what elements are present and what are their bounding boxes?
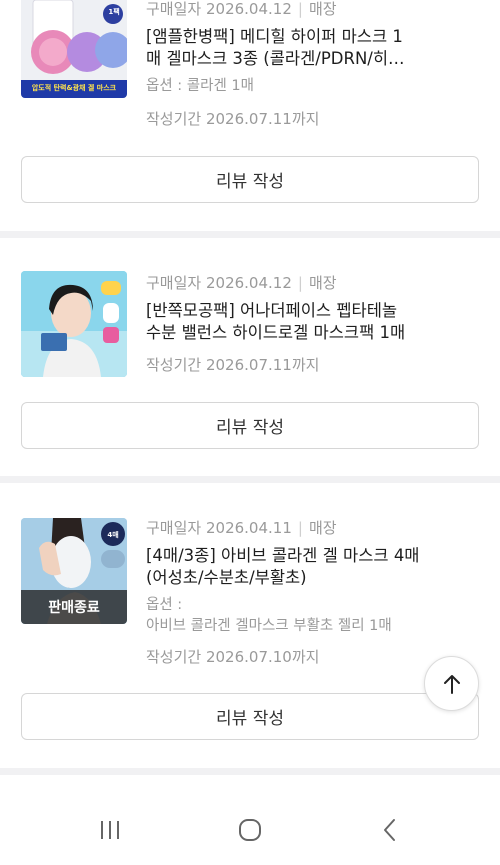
product-option-value: 아비브 콜라겐 겔마스크 부활초 젤리 1매 (146, 618, 392, 634)
review-deadline: 작성기간 2026.07.10까지 (146, 648, 320, 666)
recent-apps-button[interactable] (90, 815, 130, 845)
write-review-button[interactable]: 리뷰 작성 (21, 156, 479, 203)
back-icon (384, 819, 395, 841)
product-title[interactable]: [4매/3종] 아비브 콜라겐 겔 마스크 4매 (어성초/수분초/부활초) (146, 545, 476, 589)
system-navigation-bar (0, 795, 500, 865)
purchase-date: 2026.04.12 (205, 0, 292, 18)
write-review-button[interactable]: 리뷰 작성 (21, 402, 479, 449)
purchase-channel: 매장 (308, 519, 337, 537)
purchase-date: 2026.04.12 (205, 274, 292, 292)
scroll-to-top-button[interactable] (424, 656, 479, 711)
home-button[interactable] (230, 815, 270, 845)
product-title-line: 수분 밸런스 하이드로겔 마스크팩 1매 (146, 323, 406, 342)
product-option: 옵션 : 아비브 콜라겐 겔마스크 부활초 젤리 1매 (146, 595, 392, 637)
order-card: 4매 판매종료 구매일자 2026.04.11 | 매장 [4매/3종] 아비브 콜… (0, 483, 500, 775)
product-option: 옵션 : 콜라겐 1매 (146, 78, 254, 94)
review-deadline: 작성기간 2026.07.11까지 (146, 110, 320, 128)
order-card: 구매일자 2026.04.12 | 매장 [반쪽모공팩] 어나더페이스 펩타테놀 수… (0, 238, 500, 483)
purchase-label: 구매일자 (146, 519, 202, 537)
order-card: 1팩 압도적 탄력&광채 겔 마스크 구매일자 2026.04.12 | 매장 [앰… (0, 0, 500, 238)
purchase-meta: 구매일자 2026.04.12 | 매장 (146, 0, 337, 19)
purchase-channel: 매장 (308, 274, 337, 292)
purchase-meta: 구매일자 2026.04.11 | 매장 (146, 517, 337, 538)
separator: | (297, 519, 303, 537)
product-title-line: [반쪽모공팩] 어나더페이스 펩타테놀 (146, 301, 398, 320)
thumbnail-badge: 1팩 (108, 8, 120, 16)
separator: | (297, 274, 303, 292)
product-option-label: 옵션 : (146, 597, 183, 613)
product-title-line: 매 겔마스크 3종 (콜라겐/PDRN/히… (146, 49, 405, 68)
separator: | (297, 0, 303, 18)
purchase-label: 구매일자 (146, 274, 202, 292)
product-title[interactable]: [앰플한병팩] 메디힐 하이퍼 마스크 1 매 겔마스크 3종 (콜라겐/PDR… (146, 26, 476, 70)
arrow-up-icon (443, 674, 460, 694)
sold-out-overlay: 판매종료 (21, 590, 127, 624)
product-title-line: [4매/3종] 아비브 콜라겐 겔 마스크 4매 (146, 546, 420, 565)
product-thumbnail[interactable]: 4매 판매종료 (21, 518, 127, 624)
thumbnail-badge: 4매 (107, 531, 119, 539)
home-icon (239, 819, 261, 841)
back-button[interactable] (370, 815, 410, 845)
write-review-button[interactable]: 리뷰 작성 (21, 693, 479, 740)
product-thumbnail[interactable]: 1팩 압도적 탄력&광채 겔 마스크 (21, 0, 127, 98)
purchase-channel: 매장 (308, 0, 337, 18)
product-title[interactable]: [반쪽모공팩] 어나더페이스 펩타테놀 수분 밸런스 하이드로겔 마스크팩 1매 (146, 300, 476, 344)
product-title-line: (어성초/수분초/부활초) (146, 568, 307, 587)
thumbnail-caption: 압도적 탄력&광채 겔 마스크 (31, 84, 117, 92)
purchase-date: 2026.04.11 (205, 519, 292, 537)
purchase-meta: 구매일자 2026.04.12 | 매장 (146, 272, 337, 293)
product-thumbnail[interactable] (21, 271, 127, 377)
review-deadline: 작성기간 2026.07.11까지 (146, 356, 320, 374)
recent-apps-icon (101, 821, 119, 839)
purchase-label: 구매일자 (146, 0, 202, 18)
product-title-line: [앰플한병팩] 메디힐 하이퍼 마스크 1 (146, 27, 403, 46)
